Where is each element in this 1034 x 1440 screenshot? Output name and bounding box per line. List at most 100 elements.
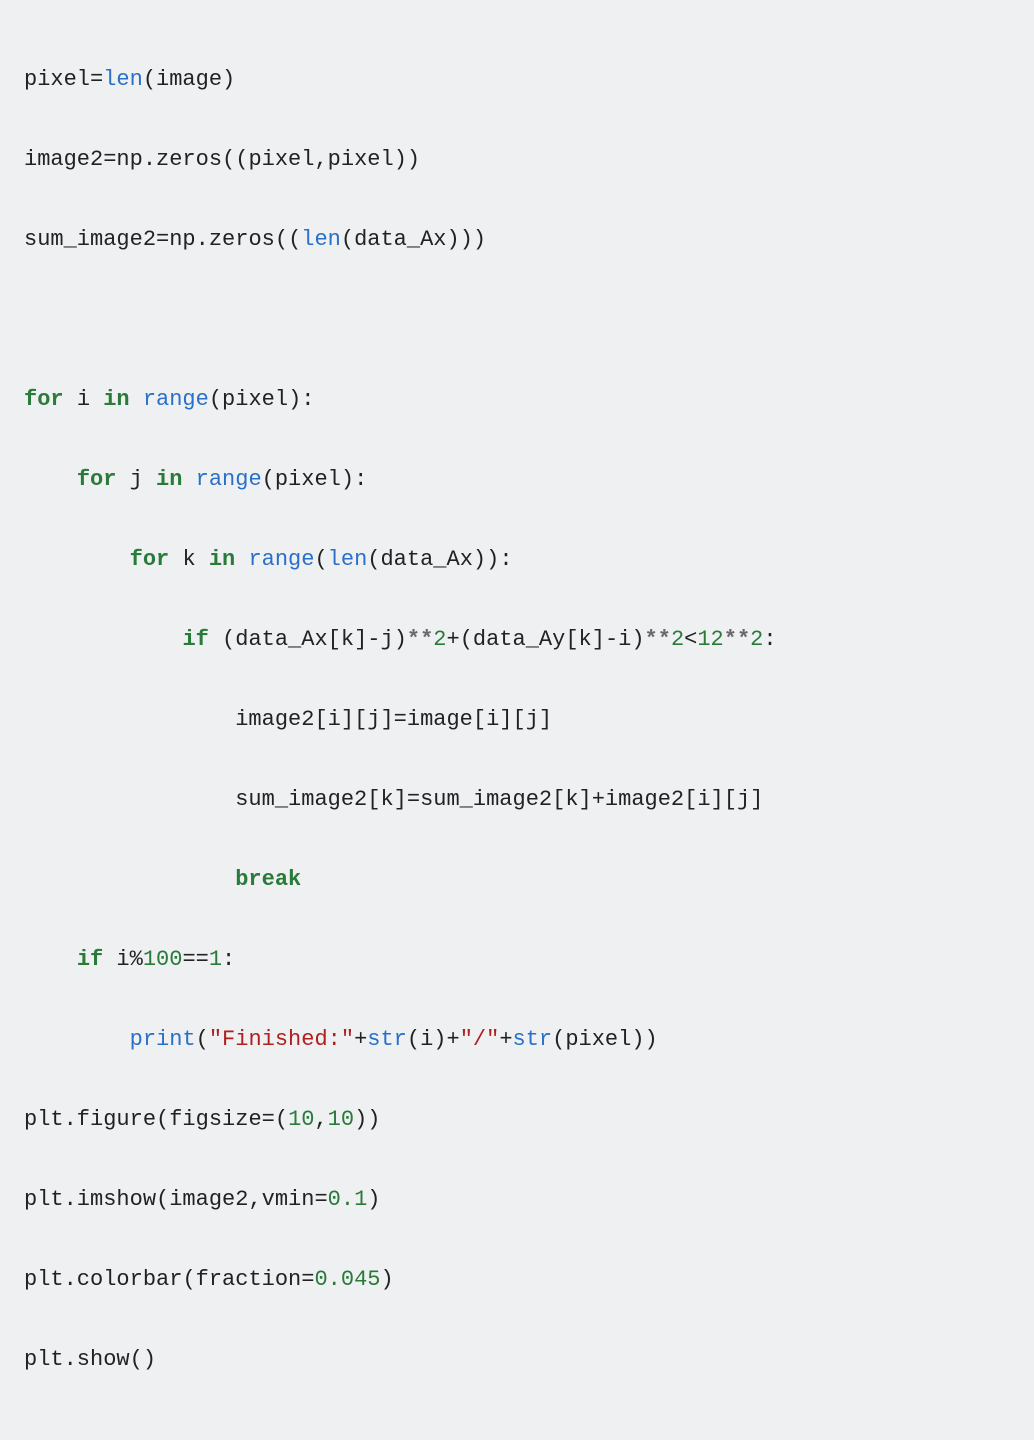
op-eq: = bbox=[262, 1107, 275, 1132]
number: 1 bbox=[209, 947, 222, 972]
identifier: sum_image2 bbox=[24, 227, 156, 252]
identifier: data_Ax bbox=[380, 547, 472, 572]
builtin-range: range bbox=[196, 467, 262, 492]
code-line: for k in range(len(data_Ax)): bbox=[24, 540, 1010, 580]
paren: ) bbox=[222, 67, 235, 92]
identifier: i bbox=[77, 387, 90, 412]
op-plus: + bbox=[592, 787, 605, 812]
builtin-str: str bbox=[513, 1027, 553, 1052]
op-eq: = bbox=[103, 147, 116, 172]
code-line: if (data_Ax[k]-j)**2+(data_Ay[k]-i)**2<1… bbox=[24, 620, 1010, 660]
comma: , bbox=[314, 1107, 327, 1132]
bracket: [ bbox=[513, 707, 526, 732]
paren: ( bbox=[156, 1187, 169, 1212]
op-plus: + bbox=[499, 1027, 512, 1052]
bracket: [ bbox=[724, 787, 737, 812]
code-line: if i%100==1: bbox=[24, 940, 1010, 980]
paren: ( bbox=[552, 1027, 565, 1052]
paren: ( bbox=[275, 227, 288, 252]
paren: ) bbox=[394, 627, 407, 652]
bracket: ] bbox=[499, 707, 512, 732]
keyword-if: if bbox=[77, 947, 103, 972]
op-eq: = bbox=[90, 67, 103, 92]
bracket: [ bbox=[473, 707, 486, 732]
paren: ) bbox=[473, 227, 486, 252]
paren: ( bbox=[407, 1027, 420, 1052]
bracket: [ bbox=[684, 787, 697, 812]
identifier: data_Ax bbox=[354, 227, 446, 252]
identifier: i bbox=[328, 707, 341, 732]
builtin-len: len bbox=[301, 227, 341, 252]
op-plus: + bbox=[354, 1027, 367, 1052]
identifier: vmin bbox=[262, 1187, 315, 1212]
paren: ( bbox=[275, 1107, 288, 1132]
colon: : bbox=[763, 627, 776, 652]
comma: , bbox=[314, 147, 327, 172]
paren: ( bbox=[235, 147, 248, 172]
keyword-in: in bbox=[103, 387, 129, 412]
bracket: ] bbox=[341, 707, 354, 732]
colon: : bbox=[499, 547, 512, 572]
bracket: ] bbox=[592, 627, 605, 652]
bracket: ] bbox=[539, 707, 552, 732]
bracket: [ bbox=[565, 627, 578, 652]
bracket: [ bbox=[552, 787, 565, 812]
keyword-for: for bbox=[130, 547, 170, 572]
identifier: plt.colorbar bbox=[24, 1267, 182, 1292]
paren: ( bbox=[314, 547, 327, 572]
paren: ( bbox=[182, 1267, 195, 1292]
bracket: [ bbox=[354, 707, 367, 732]
identifier: image2 bbox=[24, 147, 103, 172]
keyword-if: if bbox=[182, 627, 208, 652]
paren: ) bbox=[631, 1027, 644, 1052]
paren: ) bbox=[473, 547, 486, 572]
paren: ) bbox=[354, 1107, 367, 1132]
bracket: [ bbox=[367, 787, 380, 812]
keyword-for: for bbox=[24, 387, 64, 412]
paren: ( bbox=[222, 627, 235, 652]
code-line: for j in range(pixel): bbox=[24, 460, 1010, 500]
string: "/" bbox=[460, 1027, 500, 1052]
op-pow: ** bbox=[724, 627, 750, 652]
identifier: j bbox=[380, 627, 393, 652]
identifier: image bbox=[156, 67, 222, 92]
identifier: np.zeros bbox=[116, 147, 222, 172]
paren: ) bbox=[367, 1187, 380, 1212]
identifier: k bbox=[565, 787, 578, 812]
bracket: ] bbox=[579, 787, 592, 812]
identifier: sum_image2 bbox=[420, 787, 552, 812]
colon: : bbox=[222, 947, 235, 972]
identifier: i bbox=[697, 787, 710, 812]
op-eq: = bbox=[394, 707, 407, 732]
identifier: plt.show bbox=[24, 1347, 130, 1372]
bracket: [ bbox=[314, 707, 327, 732]
number: 2 bbox=[433, 627, 446, 652]
paren: ( bbox=[130, 1347, 143, 1372]
identifier: j bbox=[737, 787, 750, 812]
identifier: image2 bbox=[169, 1187, 248, 1212]
keyword-in: in bbox=[156, 467, 182, 492]
op-mod: % bbox=[130, 947, 143, 972]
op-eq: = bbox=[407, 787, 420, 812]
identifier: image2 bbox=[235, 707, 314, 732]
op-dbleq: == bbox=[182, 947, 208, 972]
paren: ) bbox=[631, 627, 644, 652]
paren: ) bbox=[143, 1347, 156, 1372]
op-eq: = bbox=[156, 227, 169, 252]
paren: ( bbox=[143, 67, 156, 92]
keyword-for: for bbox=[77, 467, 117, 492]
code-line: image2[i][j]=image[i][j] bbox=[24, 700, 1010, 740]
op-eq: = bbox=[314, 1187, 327, 1212]
paren: ( bbox=[288, 227, 301, 252]
identifier: i bbox=[420, 1027, 433, 1052]
paren: ( bbox=[262, 467, 275, 492]
identifier: plt.imshow bbox=[24, 1187, 156, 1212]
op-lt: < bbox=[684, 627, 697, 652]
paren: ) bbox=[407, 147, 420, 172]
paren: ( bbox=[367, 547, 380, 572]
identifier: figsize bbox=[169, 1107, 261, 1132]
identifier: j bbox=[130, 467, 143, 492]
colon: : bbox=[301, 387, 314, 412]
identifier: i bbox=[618, 627, 631, 652]
code-block: pixel=len(image) image2=np.zeros((pixel,… bbox=[0, 0, 1034, 1440]
